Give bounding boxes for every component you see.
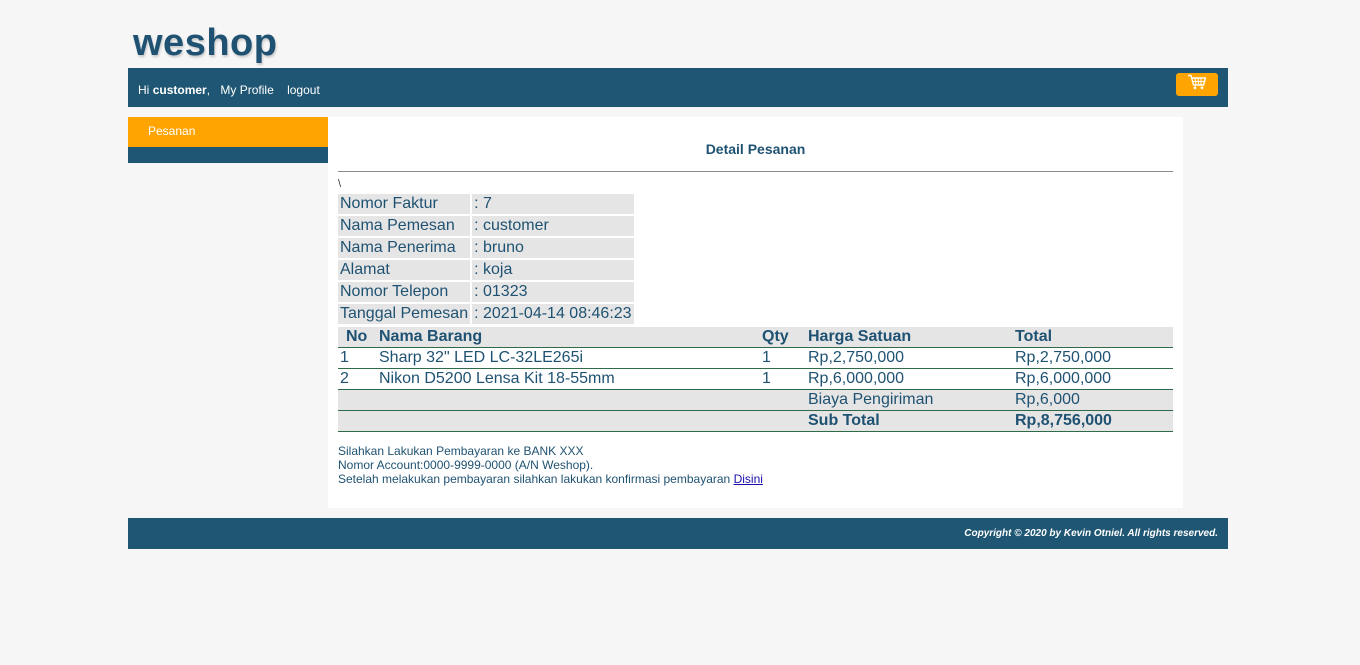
my-profile-link[interactable]: My Profile [220, 83, 273, 97]
cell-no: 2 [338, 368, 379, 390]
cell-empty [762, 389, 808, 411]
footer: Copyright © 2020 by Kevin Otniel. All ri… [128, 518, 1228, 549]
cell-item-name: Nikon D5200 Lensa Kit 18-55mm [379, 368, 762, 390]
username: customer [152, 83, 207, 97]
cell-total: Rp,2,750,000 [1015, 347, 1173, 369]
order-detail-panel: Detail Pesanan \ Nomor Faktur : 7 Nama P… [328, 117, 1183, 508]
cell-unit-price: Rp,2,750,000 [808, 347, 1015, 369]
subtotal-value: Rp,8,756,000 [1015, 410, 1173, 432]
cell-item-name: Sharp 32" LED LC-32LE265i [379, 347, 762, 369]
logout-link[interactable]: logout [287, 83, 320, 97]
order-items-table: No Nama Barang Qty Harga Satuan Total 1 … [338, 327, 1173, 432]
table-row: 1 Sharp 32" LED LC-32LE265i 1 Rp,2,750,0… [338, 347, 1173, 369]
cell-empty [379, 410, 762, 432]
greeting-prefix: Hi [138, 83, 150, 97]
info-value: : customer [472, 216, 634, 236]
info-row-recipient: Nama Penerima : bruno [338, 238, 634, 258]
info-row-phone: Nomor Telepon : 01323 [338, 282, 634, 302]
info-value: : 7 [472, 194, 634, 214]
cell-qty: 1 [762, 368, 808, 390]
order-info-table: Nomor Faktur : 7 Nama Pemesan : customer… [336, 192, 636, 326]
col-unit-price: Harga Satuan [808, 327, 1015, 348]
info-label: Nama Penerima [338, 238, 471, 258]
info-row-order-date: Tanggal Pemesan : 2021-04-14 08:46:23 [338, 304, 634, 324]
cell-empty [338, 389, 379, 411]
info-row-invoice: Nomor Faktur : 7 [338, 194, 634, 214]
info-label: Nama Pemesan [338, 216, 471, 236]
cell-unit-price: Rp,6,000,000 [808, 368, 1015, 390]
info-label: Alamat [338, 260, 471, 280]
info-label: Nomor Telepon [338, 282, 471, 302]
shipping-label: Biaya Pengiriman [808, 389, 1015, 411]
sidebar-item-pesanan[interactable]: Pesanan [128, 117, 328, 147]
page-title: Detail Pesanan [705, 141, 806, 157]
cell-empty [379, 389, 762, 411]
table-header: No Nama Barang Qty Harga Satuan Total [338, 327, 1173, 348]
payment-line-bank: Silahkan Lakukan Pembayaran ke BANK XXX [338, 444, 584, 458]
info-label: Nomor Faktur [338, 194, 471, 214]
info-row-orderer: Nama Pemesan : customer [338, 216, 634, 236]
col-no: No [338, 327, 379, 348]
sidebar: Pesanan [128, 117, 328, 163]
table-row: 2 Nikon D5200 Lensa Kit 18-55mm 1 Rp,6,0… [338, 368, 1173, 390]
info-label: Tanggal Pemesan [338, 304, 471, 324]
info-row-address: Alamat : koja [338, 260, 634, 280]
top-navbar: Hi customer, My Profile logout [128, 68, 1228, 107]
cell-empty [762, 410, 808, 432]
payment-line-account: Nomor Account:0000-9999-0000 (A/N Weshop… [338, 458, 594, 472]
payment-line-confirm: Setelah melakukan pembayaran silahkan la… [338, 472, 763, 486]
greeting-separator: , [206, 83, 211, 97]
subtotal-row: Sub Total Rp,8,756,000 [338, 410, 1173, 432]
copyright-text: Copyright © 2020 by Kevin Otniel. All ri… [964, 528, 1218, 539]
shopping-cart-icon [1187, 74, 1207, 95]
info-value: : 2021-04-14 08:46:23 [472, 304, 634, 324]
cell-no: 1 [338, 347, 379, 369]
shipping-value: Rp,6,000 [1015, 389, 1173, 411]
col-item-name: Nama Barang [379, 327, 762, 348]
cart-button[interactable] [1176, 73, 1218, 96]
shipping-row: Biaya Pengiriman Rp,6,000 [338, 389, 1173, 411]
confirm-payment-link[interactable]: Disini [734, 472, 763, 486]
info-value: : koja [472, 260, 634, 280]
col-qty: Qty [762, 327, 808, 348]
title-divider [338, 171, 1173, 172]
subtotal-label: Sub Total [808, 410, 1015, 432]
site-logo[interactable]: weshop [133, 22, 277, 65]
info-value: : 01323 [472, 282, 634, 302]
user-greeting: Hi customer, My Profile logout [138, 83, 320, 97]
stray-backslash: \ [338, 178, 342, 190]
cell-total: Rp,6,000,000 [1015, 368, 1173, 390]
cell-empty [338, 410, 379, 432]
info-value: : bruno [472, 238, 634, 258]
cell-qty: 1 [762, 347, 808, 369]
payment-instructions: Silahkan Lakukan Pembayaran ke BANK XXX … [338, 444, 763, 486]
col-total: Total [1015, 327, 1173, 348]
sidebar-footer-bar [128, 147, 328, 163]
